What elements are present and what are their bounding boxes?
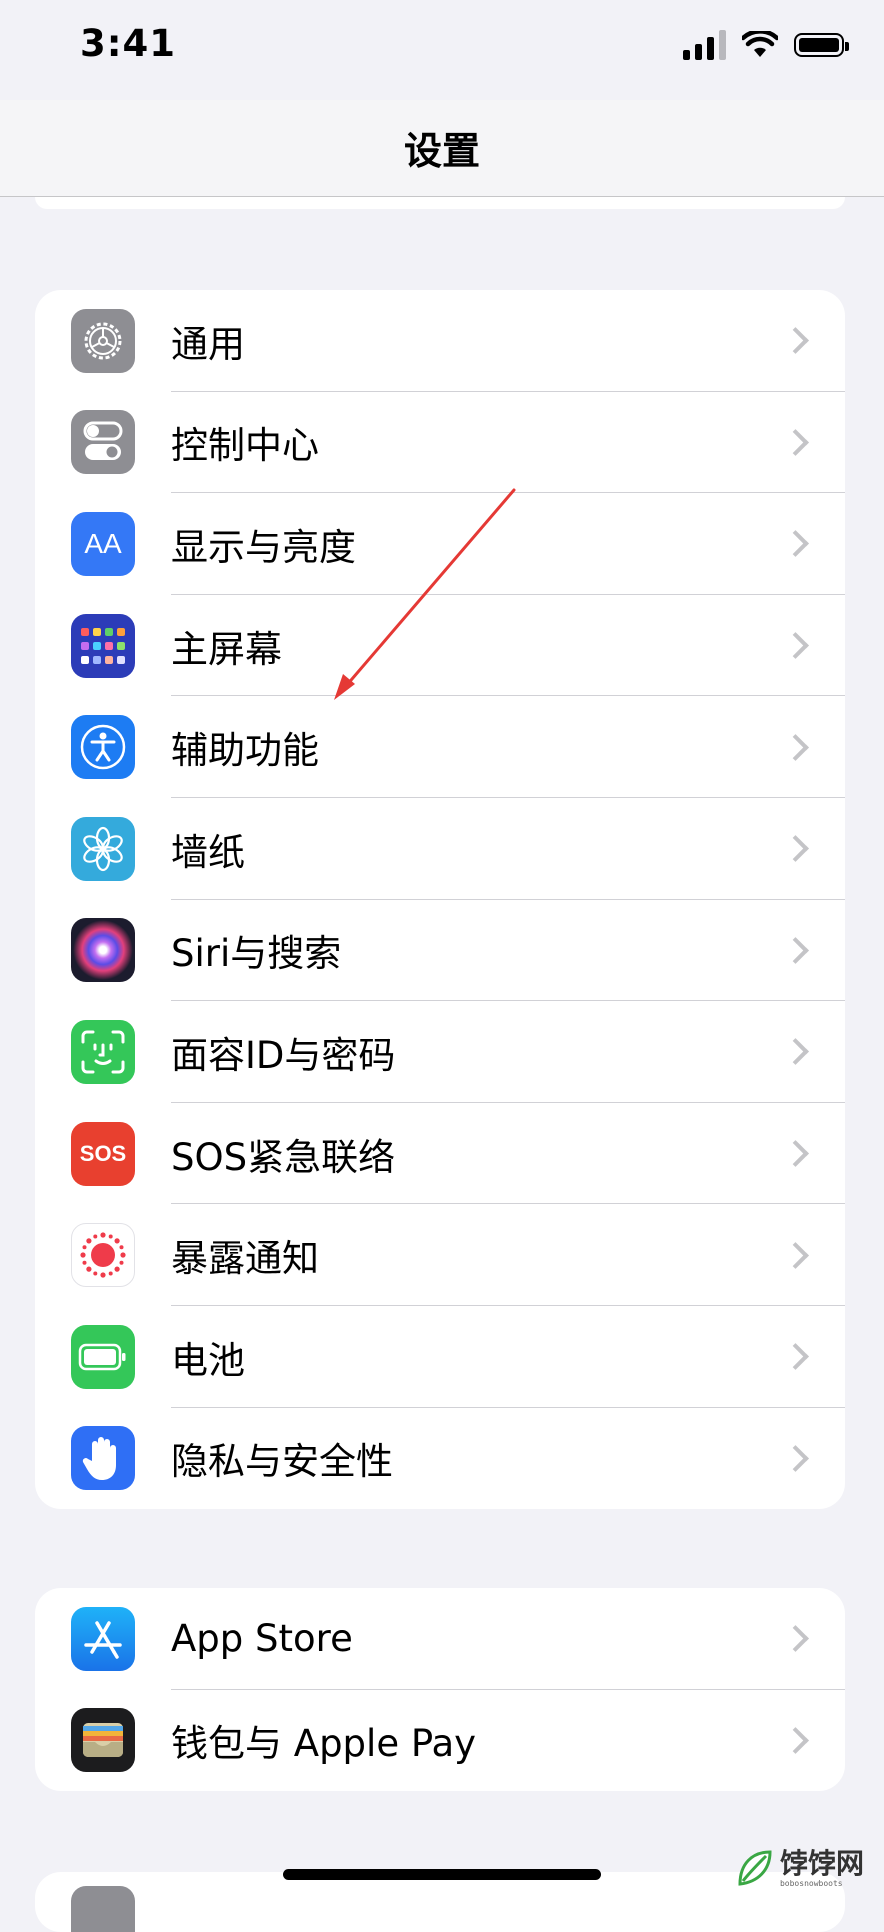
watermark: 饽饽网 bobosnowboots: [734, 1848, 864, 1888]
home-indicator[interactable]: [283, 1869, 601, 1880]
watermark-name: 饽饽网: [779, 1846, 864, 1880]
annotation-arrow: [334, 488, 516, 700]
leaf-logo-icon: [738, 1850, 772, 1886]
watermark-subtitle: bobosnowboots: [779, 1878, 843, 1888]
